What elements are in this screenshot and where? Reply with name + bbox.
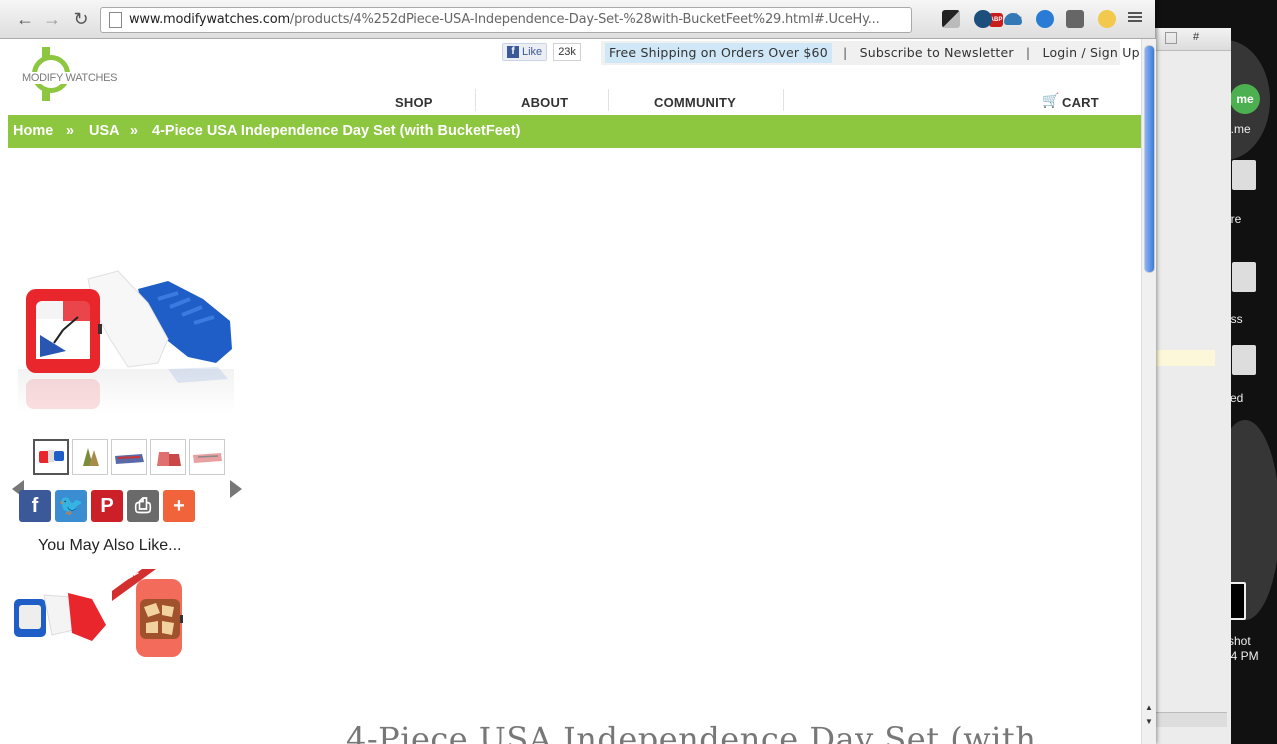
product-title: 4-Piece USA Independence Day Set (with [346,720,1037,744]
separator: | [1025,45,1031,60]
thumbnail[interactable] [150,439,186,475]
product-main-image[interactable] [18,259,234,414]
page-icon [109,12,122,28]
desktop-item-label: shot [1228,634,1251,648]
cloud-extension-icon[interactable] [1004,13,1022,25]
thumbnail[interactable] [72,439,108,475]
facebook-share-icon[interactable]: f [19,490,51,522]
thumbnail-next-arrow[interactable] [230,480,242,498]
desktop-app-badge[interactable]: me [1230,84,1260,114]
background-window-highlight [1155,350,1215,366]
nav-shop[interactable]: SHOP [395,95,433,110]
thumbnail[interactable] [111,439,147,475]
thumbnail-image [83,448,99,466]
thumbnail-image [39,450,64,463]
menu-icon[interactable] [1128,10,1142,24]
facebook-like-button[interactable]: f Like [502,43,548,61]
pocket-icon[interactable] [1066,10,1084,28]
recommended-product[interactable] [8,569,108,669]
scroll-down-arrow[interactable]: ▼ [1145,717,1153,726]
nav-community[interactable]: COMMUNITY [654,95,736,110]
address-bar[interactable]: www.modifywatches.com/products/4%252dPie… [100,7,1023,33]
nav-divider [608,89,609,111]
free-shipping-promo: Free Shipping on Orders Over $60 [605,43,832,63]
thumbnail-image [157,452,181,466]
browser-toolbar: ← → ↻ www.modifywatches.com/products/4%2… [0,0,1155,39]
watch-set-illustration [18,270,234,414]
separator: | [843,45,848,60]
print-icon[interactable]: ⎙ [127,490,159,522]
page-viewport: MODIFY WATCHES f Like 23k Free Shipping o… [8,39,1141,744]
extension-icon[interactable] [942,10,960,28]
breadcrumb-current: 4-Piece USA Independence Day Set (with B… [152,123,521,139]
url-host: www.modifywatches.com [129,12,290,27]
twitter-share-icon[interactable]: 🐦 [55,490,87,522]
nav-cart[interactable]: CART [1062,95,1099,110]
facebook-like-widget[interactable]: f Like 23k [502,43,581,61]
nav-divider [475,89,476,111]
desktop-file-icon[interactable] [1232,345,1256,375]
background-window-scrollbar[interactable] [1151,712,1227,727]
breadcrumb-separator: » [130,123,139,139]
extension-icon[interactable] [1036,10,1054,28]
login-link[interactable]: Login / Sign Up [1043,45,1140,60]
breadcrumb: Home » USA » 4-Piece USA Independence Da… [8,115,1141,148]
nav-divider [783,89,784,111]
recommended-product-image [14,593,106,641]
recommended-product[interactable]: SALE [112,569,212,669]
recommendations: SALE [8,569,213,669]
account-links: | Subscribe to Newsletter | Login / Sign… [835,44,1140,62]
browser-window: ← → ↻ www.modifywatches.com/products/4%2… [0,0,1156,744]
thumbnail-image [115,454,144,464]
url-text[interactable]: www.modifywatches.com/products/4%252dPie… [129,12,899,27]
facebook-icon: f [507,46,519,58]
you-may-also-like-heading: You May Also Like... [38,537,182,554]
utility-bar: Free Shipping on Orders Over $60 | Subsc… [601,41,1140,65]
cart-icon[interactable]: 🛒 [1042,92,1059,109]
breadcrumb-separator: » [66,123,75,139]
forward-button[interactable]: → [42,9,62,29]
background-window[interactable]: # [1150,28,1231,744]
breadcrumb-home[interactable]: Home [13,123,53,139]
thumbnail-image [193,453,222,463]
pinterest-share-icon[interactable]: P [91,490,123,522]
scroll-up-arrow[interactable]: ▲ [1145,703,1153,712]
url-path: /products/4%252dPiece-USA-Independence-D… [289,12,880,27]
page-scrollbar[interactable]: ▲ ▼ [1141,39,1156,744]
more-share-icon[interactable]: + [163,490,195,522]
sale-badge-text: SALE [112,569,141,589]
background-window-toolbar: # [1151,28,1231,51]
main-nav: SHOP ABOUT COMMUNITY 🛒 CART [8,87,1141,113]
breadcrumb-category[interactable]: USA [89,123,120,139]
facebook-like-label: Like [522,46,543,58]
extension-icon[interactable] [974,10,992,28]
facebook-like-count: 23k [553,43,581,61]
newsletter-link[interactable]: Subscribe to Newsletter [860,45,1014,60]
reload-button[interactable]: ↻ [71,9,91,29]
window-layout-icon[interactable] [1165,32,1177,44]
scrollbar-thumb[interactable] [1144,45,1155,273]
nav-about[interactable]: ABOUT [521,95,568,110]
logo-text: MODIFY WATCHES [20,72,120,84]
desktop-file-icon[interactable] [1232,160,1256,190]
background-window-hash-label[interactable]: # [1193,31,1199,43]
thumbnail[interactable] [189,439,225,475]
thumbnail[interactable] [33,439,69,475]
back-button[interactable]: ← [15,9,35,29]
extension-icon[interactable] [1098,10,1116,28]
sale-ribbon: SALE [112,569,156,599]
desktop-file-icon[interactable] [1232,262,1256,292]
